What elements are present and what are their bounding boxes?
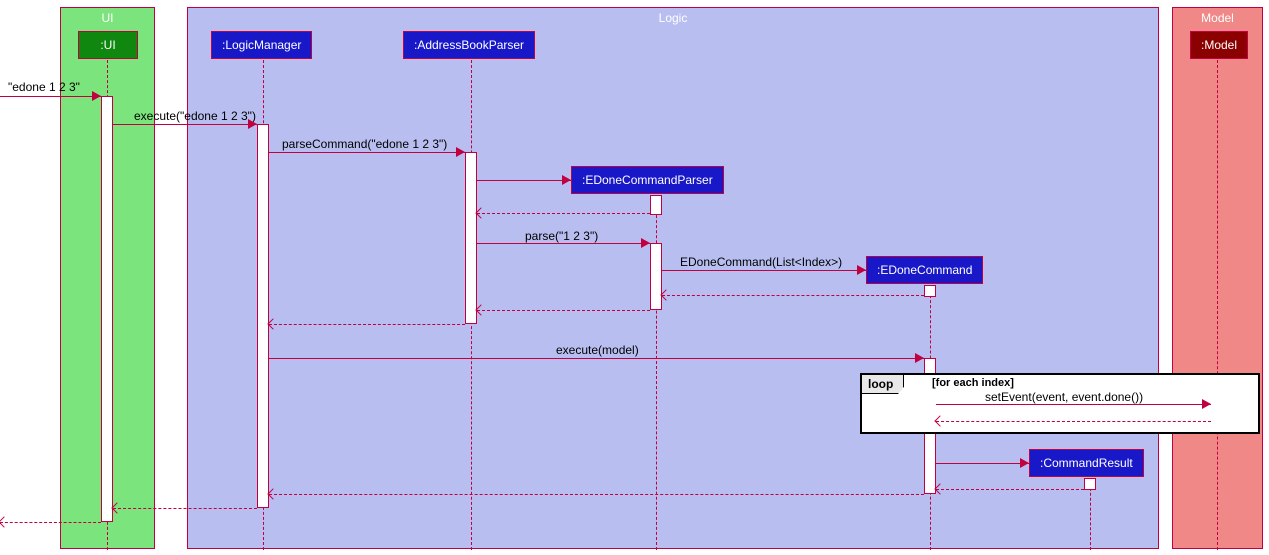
arrow-execute bbox=[113, 124, 257, 125]
activation-edone-cmd-1 bbox=[924, 285, 936, 297]
participant-ui: :UI bbox=[78, 31, 138, 59]
arrow-return-external-head bbox=[0, 516, 10, 527]
group-model-title: Model bbox=[1201, 11, 1234, 25]
participant-model: :Model bbox=[1190, 31, 1248, 59]
arrow-execute-model bbox=[269, 358, 924, 359]
arrow-return-edone-cmd-create bbox=[662, 295, 924, 296]
arrow-set-event-head bbox=[1202, 399, 1211, 409]
loop-title: loop bbox=[862, 375, 904, 394]
group-ui-title: UI bbox=[102, 11, 114, 25]
participant-edone-cmd: :EDoneCommand bbox=[866, 256, 983, 284]
arrow-return-ui bbox=[113, 508, 257, 509]
arrow-return-to-logic bbox=[269, 324, 465, 325]
arrow-create-edone-parser-head bbox=[562, 175, 571, 185]
msg-set-event: setEvent(event, event.done()) bbox=[985, 390, 1143, 404]
arrow-return-external bbox=[0, 522, 101, 523]
activation-edone-parser-2 bbox=[650, 243, 662, 310]
msg-parse-command: parseCommand("edone 1 2 3") bbox=[282, 137, 447, 151]
msg-edone-ctor: EDoneCommand(List<Index>) bbox=[680, 255, 842, 269]
participant-address-parser: :AddressBookParser bbox=[403, 31, 535, 59]
msg-execute-model: execute(model) bbox=[556, 343, 639, 357]
activation-cmd-result bbox=[1084, 478, 1096, 490]
arrow-input bbox=[0, 96, 101, 97]
arrow-return-edone-parser-create bbox=[477, 213, 650, 214]
lifeline-model bbox=[1217, 60, 1218, 550]
activation-address-parser bbox=[465, 152, 477, 324]
activation-ui bbox=[101, 96, 113, 522]
arrow-return-cmd-result bbox=[936, 489, 1084, 490]
arrow-create-cmd-result-head bbox=[1020, 458, 1029, 468]
arrow-edone-ctor bbox=[662, 270, 866, 271]
arrow-return-edone-logic bbox=[269, 494, 924, 495]
arrow-parse-command-head bbox=[456, 147, 465, 157]
arrow-create-edone-parser bbox=[477, 180, 571, 181]
arrow-input-head bbox=[92, 91, 101, 101]
arrow-create-cmd-result bbox=[936, 463, 1029, 464]
loop-guard: [for each index] bbox=[932, 377, 1014, 389]
msg-parse: parse("1 2 3") bbox=[525, 229, 598, 243]
participant-cmd-result: :CommandResult bbox=[1029, 449, 1144, 477]
msg-execute: execute("edone 1 2 3") bbox=[134, 109, 256, 123]
arrow-set-event bbox=[936, 404, 1211, 405]
group-logic-title: Logic bbox=[659, 11, 688, 25]
arrow-parse-head bbox=[641, 238, 650, 248]
group-logic: Logic bbox=[187, 7, 1159, 549]
activation-edone-parser-1 bbox=[650, 195, 662, 215]
msg-input: "edone 1 2 3" bbox=[8, 80, 80, 94]
arrow-parse-command bbox=[269, 152, 465, 153]
activation-logic-manager bbox=[257, 124, 269, 508]
participant-logic-manager: :LogicManager bbox=[211, 31, 312, 59]
arrow-return-model bbox=[936, 421, 1211, 422]
arrow-execute-head bbox=[248, 119, 257, 129]
arrow-execute-model-head bbox=[915, 353, 924, 363]
participant-edone-parser: :EDoneCommandParser bbox=[571, 166, 724, 194]
arrow-return-to-parser bbox=[477, 310, 650, 311]
arrow-edone-ctor-head bbox=[857, 265, 866, 275]
arrow-parse bbox=[477, 243, 650, 244]
